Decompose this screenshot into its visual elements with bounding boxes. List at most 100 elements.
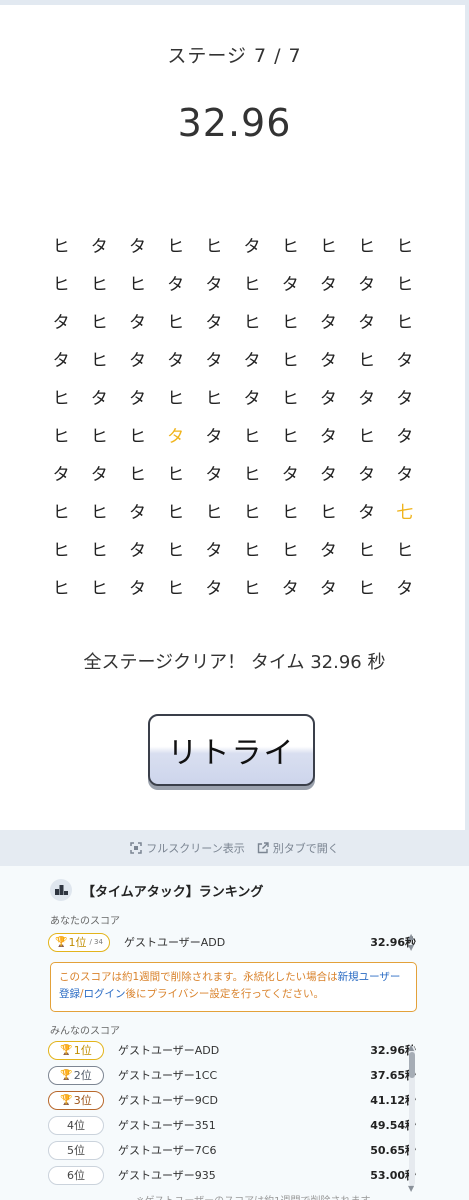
grid-cell[interactable]: ヒ [80,308,118,333]
grid-cell[interactable]: ヒ [42,384,80,409]
grid-cell[interactable]: ヒ [386,308,424,333]
grid-cell[interactable]: ヒ [233,498,271,523]
grid-cell[interactable]: タ [118,536,156,561]
grid-cell[interactable]: タ [42,308,80,333]
grid-cell[interactable]: ヒ [80,346,118,371]
grid-cell[interactable]: タ [309,346,347,371]
grid-cell[interactable]: タ [195,574,233,599]
grid-cell[interactable]: タ [195,422,233,447]
retry-button[interactable]: リトライ [148,714,315,786]
new-tab-button[interactable]: 別タブで開く [257,840,339,856]
grid-cell[interactable]: ヒ [80,536,118,561]
grid-cell[interactable]: タ [195,270,233,295]
grid-cell[interactable]: ヒ [233,422,271,447]
grid-cell[interactable]: ヒ [80,574,118,599]
grid-cell[interactable]: タ [348,384,386,409]
grid-cell[interactable]: ヒ [157,384,195,409]
grid-cell[interactable]: ヒ [348,574,386,599]
grid-cell[interactable]: タ [271,270,309,295]
grid-cell[interactable]: タ [348,498,386,523]
grid-cell[interactable]: タ [386,346,424,371]
ranking-scrollbar-thumb[interactable] [409,1052,415,1078]
grid-cell[interactable]: ヒ [348,346,386,371]
ranking-scroll-down-arrow[interactable]: ▼ [408,1184,414,1193]
grid-cell[interactable]: タ [233,346,271,371]
grid-cell[interactable]: ヒ [271,232,309,257]
grid-cell[interactable]: タ [386,460,424,485]
grid-cell[interactable]: ヒ [42,270,80,295]
grid-cell[interactable]: タ [80,232,118,257]
grid-cell[interactable]: タ [118,384,156,409]
grid-cell[interactable]: タ [118,574,156,599]
grid-cell[interactable]: タ [386,574,424,599]
grid-cell[interactable]: ヒ [233,460,271,485]
grid-cell[interactable]: ヒ [271,422,309,447]
grid-cell[interactable]: ヒ [309,498,347,523]
your-score-up-arrow[interactable]: ▲ [408,932,414,941]
grid-cell[interactable]: タ [195,308,233,333]
grid-cell[interactable]: タ [195,346,233,371]
grid-cell[interactable]: ヒ [271,308,309,333]
grid-cell[interactable]: ヒ [348,536,386,561]
grid-cell[interactable]: ヒ [80,422,118,447]
grid-cell[interactable]: ヒ [42,574,80,599]
grid-cell[interactable]: タ [309,422,347,447]
grid-cell[interactable]: ヒ [195,498,233,523]
grid-cell[interactable]: タ [271,574,309,599]
grid-cell[interactable]: ヒ [233,270,271,295]
grid-cell[interactable]: ヒ [42,498,80,523]
grid-cell[interactable]: 七 [386,498,424,523]
grid-cell[interactable]: ヒ [386,232,424,257]
grid-cell[interactable]: タ [80,460,118,485]
grid-cell[interactable]: ヒ [42,536,80,561]
grid-cell[interactable]: タ [309,460,347,485]
grid-cell[interactable]: タ [157,270,195,295]
grid-cell[interactable]: ヒ [348,422,386,447]
grid-cell[interactable]: ヒ [157,308,195,333]
grid-cell[interactable]: タ [195,460,233,485]
grid-cell[interactable]: タ [309,536,347,561]
grid-cell[interactable]: ヒ [195,232,233,257]
grid-cell[interactable]: タ [386,422,424,447]
grid-cell[interactable]: タ [42,346,80,371]
ranking-scroll-up-arrow[interactable]: ▲ [408,1043,414,1052]
grid-cell[interactable]: ヒ [233,574,271,599]
grid-cell[interactable]: ヒ [80,270,118,295]
grid-cell[interactable]: タ [309,384,347,409]
grid-cell[interactable]: タ [157,346,195,371]
grid-cell[interactable]: ヒ [386,270,424,295]
grid-cell[interactable]: ヒ [233,308,271,333]
grid-cell[interactable]: タ [118,498,156,523]
grid-cell[interactable]: ヒ [118,422,156,447]
grid-cell[interactable]: ヒ [118,460,156,485]
grid-cell[interactable]: タ [309,308,347,333]
grid-cell[interactable]: タ [309,270,347,295]
grid-cell[interactable]: タ [309,574,347,599]
grid-cell[interactable]: タ [42,460,80,485]
grid-cell[interactable]: タ [386,384,424,409]
grid-cell[interactable]: タ [348,460,386,485]
grid-cell[interactable]: タ [118,346,156,371]
grid-cell[interactable]: ヒ [157,460,195,485]
grid-cell[interactable]: ヒ [118,270,156,295]
grid-cell[interactable]: タ [233,232,271,257]
grid-cell[interactable]: ヒ [271,498,309,523]
grid-cell[interactable]: ヒ [309,232,347,257]
grid-cell[interactable]: ヒ [271,536,309,561]
grid-cell[interactable]: ヒ [80,498,118,523]
grid-cell[interactable]: ヒ [42,232,80,257]
grid-cell[interactable]: タ [348,270,386,295]
grid-cell[interactable]: ヒ [271,384,309,409]
grid-cell[interactable]: ヒ [195,384,233,409]
grid-cell[interactable]: ヒ [271,346,309,371]
grid-cell[interactable]: タ [233,384,271,409]
grid-cell[interactable]: タ [348,308,386,333]
grid-cell[interactable]: タ [80,384,118,409]
grid-cell[interactable]: ヒ [233,536,271,561]
grid-cell[interactable]: ヒ [386,536,424,561]
your-score-down-arrow[interactable]: ▼ [408,943,414,952]
grid-cell[interactable]: ヒ [157,574,195,599]
grid-cell[interactable]: ヒ [157,536,195,561]
grid-cell[interactable]: ヒ [157,232,195,257]
login-link[interactable]: ログイン [84,988,126,1000]
